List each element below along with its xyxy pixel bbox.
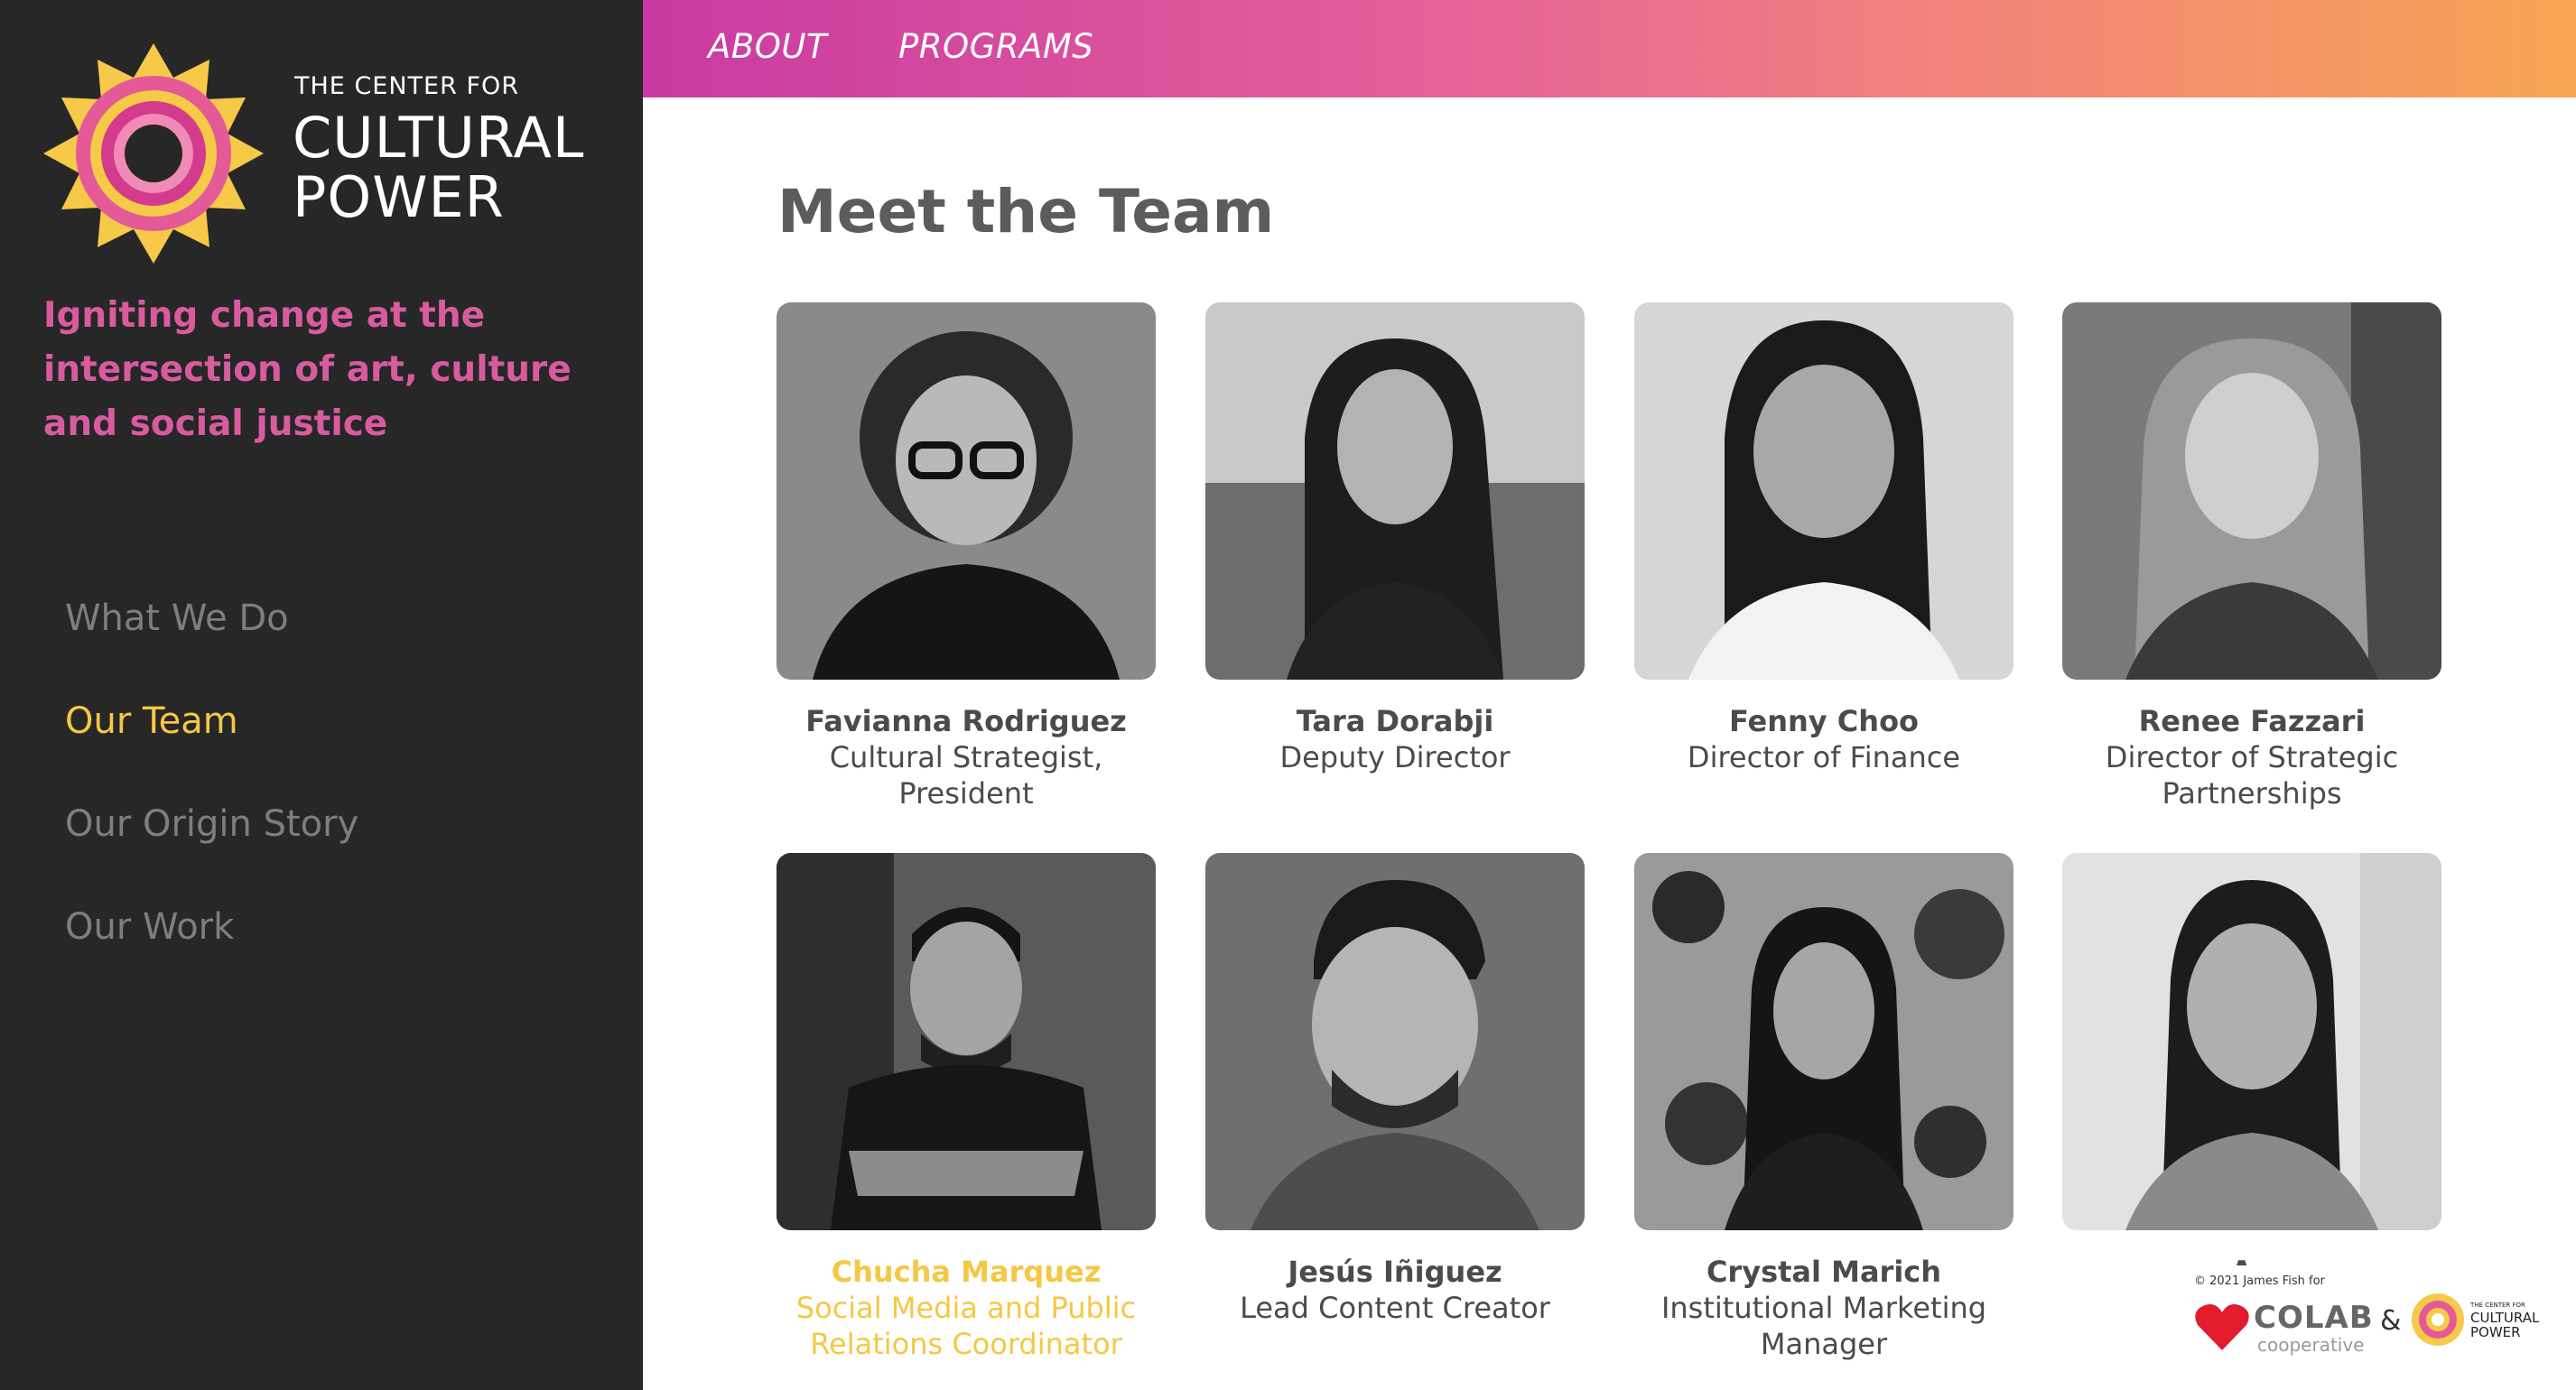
team-photo[interactable] — [777, 302, 1156, 680]
team-member-name: Jesús Iñiguez — [1288, 1255, 1502, 1289]
sidebar-item-what-we-do[interactable]: What We Do — [65, 587, 358, 690]
team-member-role: Cultural Strategist, President — [829, 740, 1103, 811]
credit-text: © 2021 James Fish for — [2194, 1274, 2325, 1288]
team-member-name: Crystal Marich — [1706, 1255, 1942, 1289]
team-member-name: Favianna Rodriguez — [805, 704, 1127, 738]
team-photo[interactable] — [1205, 302, 1585, 680]
colab-logo-text: COLAB — [2254, 1300, 2374, 1336]
brand-subtitle: THE CENTER FOR — [294, 72, 519, 100]
brand-title-line1: CULTURAL — [293, 105, 585, 171]
sidebar-item-our-origin-story[interactable]: Our Origin Story — [65, 792, 358, 895]
team-member-role: Director of Finance — [1687, 740, 1961, 774]
tagline: Igniting change at the intersection of a… — [43, 295, 572, 444]
team-member-name: Chucha Marquez — [831, 1255, 1102, 1289]
sidebar-item-our-team[interactable]: Our Team — [65, 690, 358, 792]
team-card: Crystal Marich Institutional Marketing M… — [1634, 853, 2013, 1362]
credit-badge[interactable]: © 2021 James Fish for COLAB cooperative … — [2189, 1265, 2576, 1390]
team-member-role: Institutional Marketing Manager — [1660, 1291, 1987, 1361]
credit-logo-line2: POWER — [2470, 1324, 2521, 1340]
team-member-name: Renee Fazzari — [2138, 704, 2366, 738]
team-photo[interactable] — [1205, 853, 1585, 1230]
team-photo[interactable] — [2062, 853, 2441, 1230]
team-card: Renee Fazzari Director of Strategic Part… — [2062, 302, 2441, 811]
team-member-role: Deputy Director — [1279, 740, 1511, 774]
cultural-power-small-logo — [2412, 1293, 2464, 1346]
sidebar-nav: What We Do Our Team Our Origin Story Our… — [65, 587, 358, 998]
sidebar-item-our-work[interactable]: Our Work — [65, 895, 358, 998]
top-nav-bar: ABOUT PROGRAMS — [643, 0, 2576, 97]
team-member-role: Director of Strategic Partnerships — [2105, 740, 2399, 811]
credit-logo-title: CULTURAL POWER — [2470, 1311, 2539, 1339]
team-photo[interactable] — [1634, 853, 2013, 1230]
team-member-name: Tara Dorabji — [1296, 704, 1494, 738]
colab-cooperative-text: cooperative — [2257, 1334, 2365, 1356]
sidebar: THE CENTER FOR CULTURAL POWER Igniting c… — [0, 0, 643, 1390]
page-title: Meet the Team — [777, 177, 1275, 246]
heart-icon — [2195, 1304, 2249, 1350]
team-photo[interactable] — [777, 853, 1156, 1230]
team-card: Fenny Choo Director of Finance — [1634, 302, 2013, 775]
team-member-role: Lead Content Creator — [1240, 1291, 1550, 1325]
team-photo[interactable] — [2062, 302, 2441, 680]
team-photo[interactable] — [1634, 302, 2013, 680]
brand-title: CULTURAL POWER — [293, 108, 584, 227]
team-card: Favianna Rodriguez Cultural Strategist, … — [777, 302, 1156, 811]
ampersand: & — [2380, 1305, 2402, 1337]
team-card: An Operat — [2062, 853, 2441, 1326]
team-member-name: Fenny Choo — [1728, 704, 1920, 738]
team-card: Chucha Marquez Social Media and Public R… — [777, 853, 1156, 1362]
brand-title-line2: POWER — [293, 164, 505, 230]
credit-logo-line1: CULTURAL — [2470, 1310, 2540, 1326]
team-card: Tara Dorabji Deputy Director — [1205, 302, 1585, 775]
team-card: Jesús Iñiguez Lead Content Creator — [1205, 853, 1585, 1326]
team-member-role: Social Media and Public Relations Coordi… — [795, 1291, 1137, 1361]
credit-logo-subtitle: THE CENTER FOR — [2470, 1302, 2525, 1309]
nav-about[interactable]: ABOUT — [708, 27, 827, 66]
cultural-power-logo[interactable] — [42, 42, 265, 265]
nav-programs[interactable]: PROGRAMS — [898, 27, 1093, 66]
